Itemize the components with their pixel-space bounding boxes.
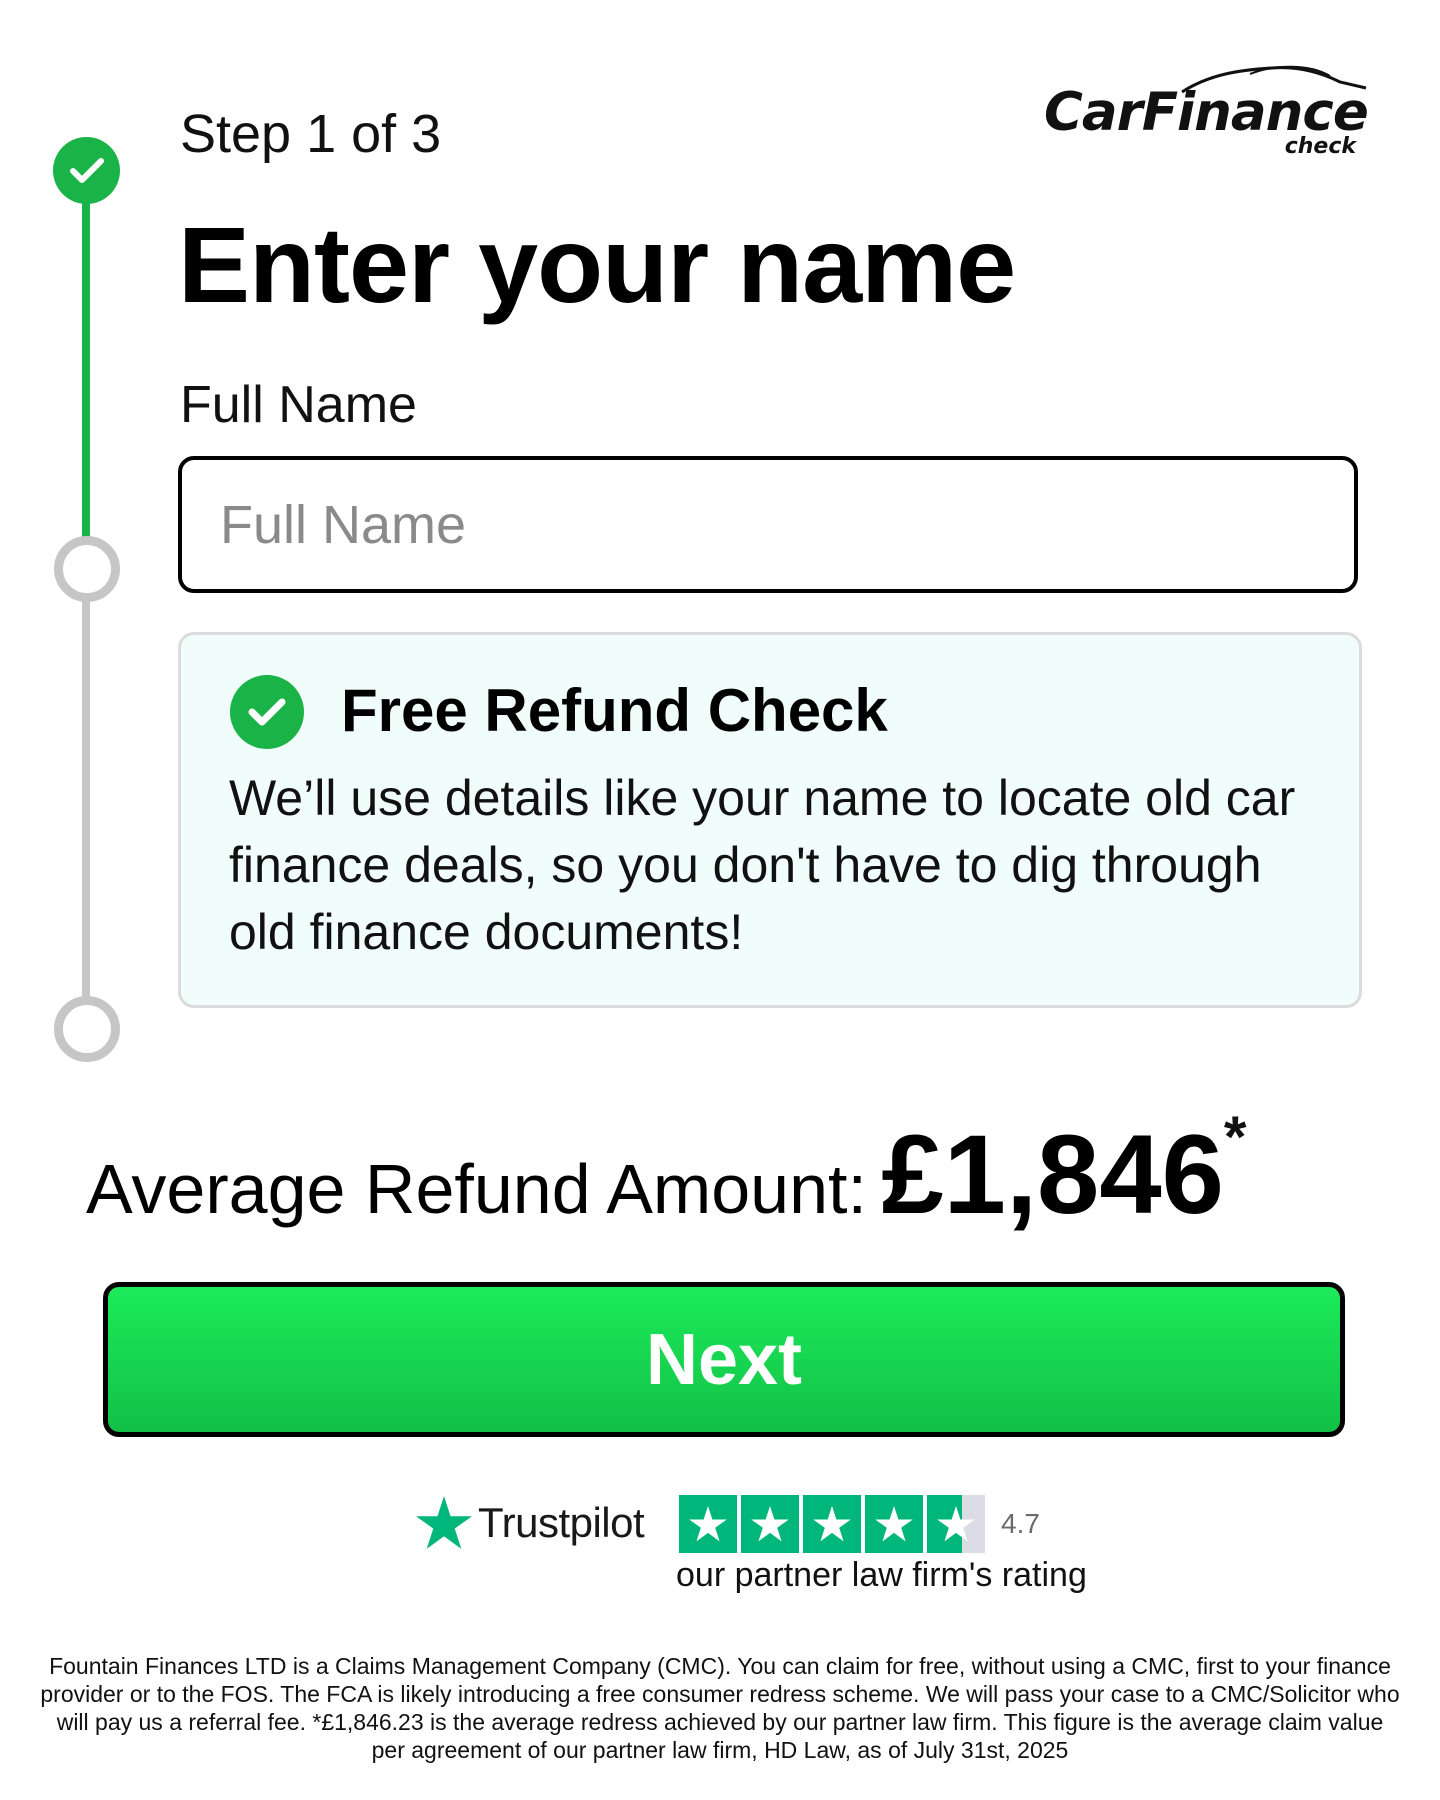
carfinance-logo: CarFinance check (1030, 58, 1370, 159)
trustpilot-caption: our partner law firm's rating (676, 1556, 1087, 1594)
full-name-input[interactable] (178, 456, 1358, 593)
average-refund-asterisk: * (1223, 1105, 1247, 1170)
check-circle-icon (230, 675, 304, 749)
info-title: Free Refund Check (341, 677, 888, 744)
info-body: We’ll use details like your name to loca… (229, 770, 1296, 960)
stepper-line-completed (82, 200, 90, 540)
next-button-label: Next (645, 1319, 803, 1400)
free-refund-check-box: Free Refund Check We’ll use details like… (178, 632, 1362, 1008)
check-icon (69, 157, 104, 183)
page-title: Enter your name (178, 204, 1016, 325)
trustpilot-stars (679, 1495, 985, 1553)
trustpilot-rating: Trustpilot 4.7 our partner law firm's ra… (416, 1490, 1116, 1600)
trustpilot-logo: Trustpilot (416, 1496, 645, 1550)
rating-star-partial-icon (927, 1495, 985, 1553)
average-refund-amount: £1,846 (881, 1112, 1224, 1237)
step-1-indicator (53, 137, 120, 204)
rating-star-icon (679, 1495, 737, 1553)
average-refund-label: Average Refund Amount: (86, 1150, 867, 1228)
average-refund: Average Refund Amount: £1,846* (86, 1105, 1366, 1239)
logo-brand-car: Car (1044, 82, 1143, 143)
trustpilot-star-icon (416, 1496, 472, 1549)
step-3-indicator (54, 996, 120, 1062)
stepper-line-pending (82, 590, 90, 1000)
next-button[interactable]: Next (103, 1282, 1345, 1437)
trustpilot-score: 4.7 (1001, 1508, 1040, 1539)
rating-star-icon (803, 1495, 861, 1553)
step-count: Step 1 of 3 (180, 104, 442, 164)
trustpilot-brand: Trustpilot (478, 1499, 645, 1546)
full-name-label: Full Name (180, 376, 417, 434)
rating-star-icon (741, 1495, 799, 1553)
legal-disclaimer: Fountain Finances LTD is a Claims Manage… (40, 1653, 1400, 1763)
logo-sub: check (1284, 134, 1356, 159)
step-2-indicator (54, 536, 120, 602)
rating-star-icon (865, 1495, 923, 1553)
